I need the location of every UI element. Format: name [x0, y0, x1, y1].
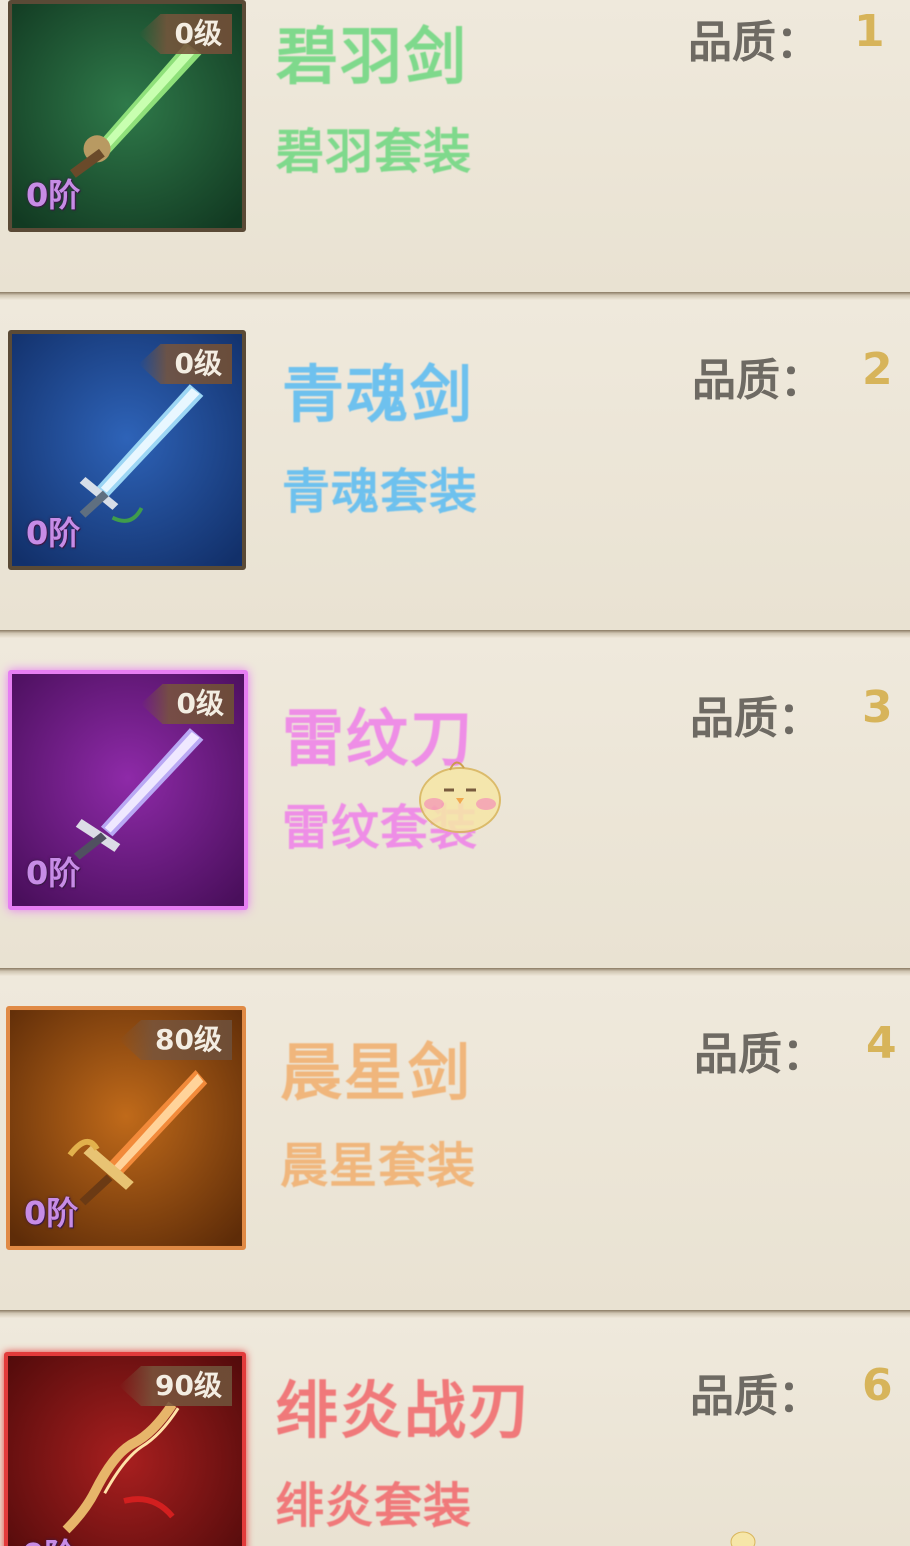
equipment-row[interactable]: 0级 0阶 碧羽剑 碧羽套装 品质： 1	[0, 0, 910, 292]
equipment-row[interactable]: 0级 0阶 青魂剑 青魂套装 品质： 2	[0, 300, 910, 630]
quality-value: 2	[862, 344, 893, 395]
chick-mascot-icon	[412, 752, 508, 836]
quality-value: 6	[862, 1360, 893, 1411]
equipment-row[interactable]: 90级 0阶 绯炎战刃 绯炎套装 品质： 6	[0, 1318, 910, 1546]
row-divider	[0, 292, 910, 300]
equipment-list: 0级 0阶 碧羽剑 碧羽套装 品质： 1 0级 0阶 青魂剑 青魂套装 品质： …	[0, 0, 910, 1546]
item-name: 绯炎战刃	[276, 1374, 533, 1447]
set-name: 碧羽套装	[276, 124, 473, 180]
equipment-icon[interactable]: 0级 0阶	[8, 670, 248, 910]
quality-label: 品质：	[690, 1371, 822, 1422]
equipment-icon[interactable]: 0级 0阶	[8, 0, 246, 232]
set-name: 青魂套装	[282, 464, 479, 520]
quality-label: 品质：	[690, 693, 822, 744]
set-name: 晨星套装	[280, 1138, 477, 1194]
quality-label: 品质：	[692, 355, 824, 406]
item-name: 青魂剑	[282, 358, 475, 431]
row-divider	[0, 968, 910, 976]
row-divider	[0, 1310, 910, 1318]
equipment-icon[interactable]: 90级 0阶	[4, 1352, 246, 1546]
quality-value: 3	[862, 682, 893, 733]
stage-label: 0阶	[26, 854, 81, 892]
quality-value: 1	[854, 6, 885, 57]
set-name: 绯炎套装	[276, 1478, 473, 1534]
chick-mascot-icon	[728, 1528, 758, 1546]
item-name: 碧羽剑	[276, 20, 469, 93]
stage-label: 0阶	[26, 176, 81, 214]
item-name: 晨星剑	[280, 1036, 473, 1109]
quality-label: 品质：	[688, 17, 820, 68]
stage-label: 0阶	[22, 1530, 76, 1546]
level-badge: 80级	[119, 1020, 232, 1060]
quality-value: 4	[866, 1018, 897, 1069]
stage-label: 0阶	[26, 514, 81, 552]
equipment-icon[interactable]: 0级 0阶	[8, 330, 246, 570]
equipment-row[interactable]: 80级 0阶 晨星剑 晨星套装 品质： 4	[0, 976, 910, 1310]
level-badge: 90级	[119, 1366, 232, 1406]
equipment-icon[interactable]: 80级 0阶	[6, 1006, 246, 1250]
stage-label: 0阶	[24, 1194, 79, 1232]
row-divider	[0, 630, 910, 638]
quality-label: 品质：	[694, 1029, 826, 1080]
